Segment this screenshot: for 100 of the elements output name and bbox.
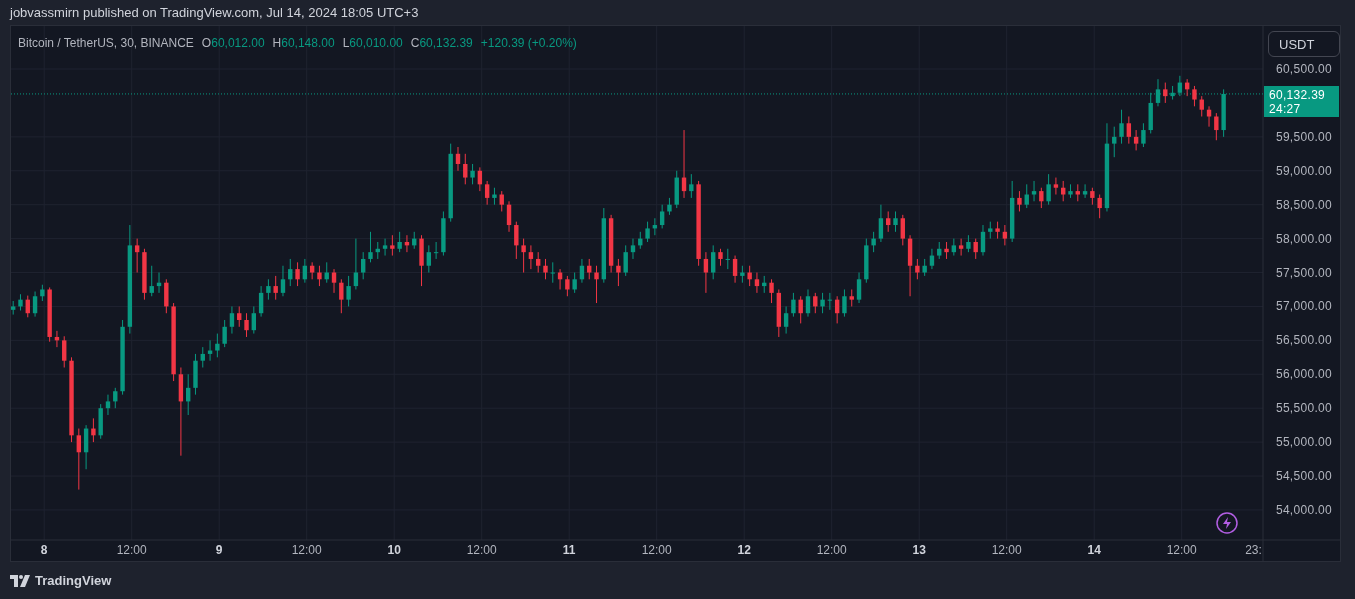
countdown: 24:27: [1269, 101, 1302, 116]
candle: [674, 170, 679, 209]
candle: [1148, 92, 1153, 134]
candle: [273, 275, 278, 301]
time-label: 9: [215, 543, 223, 557]
price-label: 55,500.00: [1275, 401, 1332, 416]
last-price: 60,132.39: [1269, 87, 1327, 102]
candle: [1046, 173, 1051, 206]
candle: [871, 231, 876, 253]
time-label: 14: [1087, 543, 1101, 557]
candle: [156, 272, 162, 294]
candle: [295, 261, 300, 287]
candle: [747, 265, 752, 287]
candle: [791, 292, 796, 318]
candle: [922, 258, 927, 277]
candle: [142, 248, 147, 301]
candle: [805, 289, 811, 318]
candle: [725, 248, 730, 270]
candle: [412, 231, 417, 250]
candle: [623, 244, 628, 277]
candle: [237, 305, 242, 328]
candle: [368, 231, 373, 263]
candle: [353, 238, 359, 290]
candle: [25, 295, 30, 318]
candle: [528, 244, 534, 270]
price-label: 54,500.00: [1275, 469, 1332, 483]
candle: [856, 272, 862, 304]
candle: [506, 200, 512, 233]
candle: [207, 339, 213, 362]
candle: [98, 403, 103, 440]
candle: [1075, 183, 1080, 202]
time-label: 12:00: [291, 543, 322, 557]
price-label: 59,500.00: [1275, 129, 1332, 144]
candle: [820, 292, 825, 314]
candle: [1097, 194, 1102, 219]
candle: [681, 129, 687, 199]
time-label: 13: [912, 543, 926, 557]
time-label: 11: [562, 543, 576, 557]
candle: [463, 153, 468, 185]
candle: [907, 234, 913, 297]
candle: [864, 238, 869, 284]
candle: [521, 238, 526, 273]
candle: [361, 251, 366, 280]
candle: [47, 286, 52, 343]
time-label: 23:: [1245, 543, 1262, 557]
price-label: 57,500.00: [1275, 265, 1332, 280]
candle: [499, 190, 504, 212]
logo-icon: [10, 574, 30, 587]
price-label: 59,000.00: [1275, 163, 1332, 178]
candle: [762, 275, 767, 294]
brand-name: TradingView: [35, 573, 112, 588]
candle: [200, 346, 205, 368]
candle: [492, 187, 497, 206]
candle: [514, 221, 519, 260]
candle: [572, 272, 577, 294]
price-label: 58,500.00: [1275, 197, 1332, 212]
candle: [1039, 187, 1044, 209]
currency-button[interactable]: USDT: [1268, 31, 1340, 57]
candle: [1206, 105, 1212, 128]
candle: [536, 251, 541, 273]
candle: [331, 268, 337, 294]
candle: [149, 265, 154, 297]
candle: [222, 319, 227, 348]
candle: [703, 251, 709, 294]
candle: [346, 275, 351, 307]
candle: [382, 238, 388, 257]
candle: [105, 394, 111, 416]
candle: [1082, 183, 1088, 199]
candle: [886, 210, 891, 233]
candle: [113, 387, 118, 409]
candle: [550, 261, 555, 284]
candle: [638, 231, 643, 250]
time-label: 12:00: [641, 543, 672, 557]
candle: [397, 231, 402, 253]
time-label: 12: [737, 543, 751, 557]
candle: [18, 293, 23, 311]
candle: [1170, 85, 1175, 101]
candle: [849, 289, 854, 307]
candle: [32, 291, 38, 318]
price-label: 57,000.00: [1275, 299, 1332, 314]
ohlc-value: L60,010.00: [342, 36, 403, 50]
time-label: 10: [387, 543, 401, 557]
candle: [937, 241, 942, 260]
candle: [1024, 183, 1029, 209]
candle: [266, 278, 271, 301]
candle: [929, 248, 935, 270]
candle: [455, 146, 461, 172]
lightning-icon[interactable]: [1216, 512, 1238, 534]
candle: [944, 241, 949, 260]
candle: [441, 210, 446, 257]
candle: [813, 292, 818, 314]
time-label: 12:00: [816, 543, 847, 557]
candle: [900, 214, 905, 246]
candle: [630, 238, 636, 260]
candle: [1112, 126, 1117, 158]
candle: [91, 417, 96, 443]
candle: [543, 258, 548, 280]
candle: [1053, 177, 1059, 195]
candle: [878, 204, 884, 243]
candle: [1119, 109, 1124, 145]
